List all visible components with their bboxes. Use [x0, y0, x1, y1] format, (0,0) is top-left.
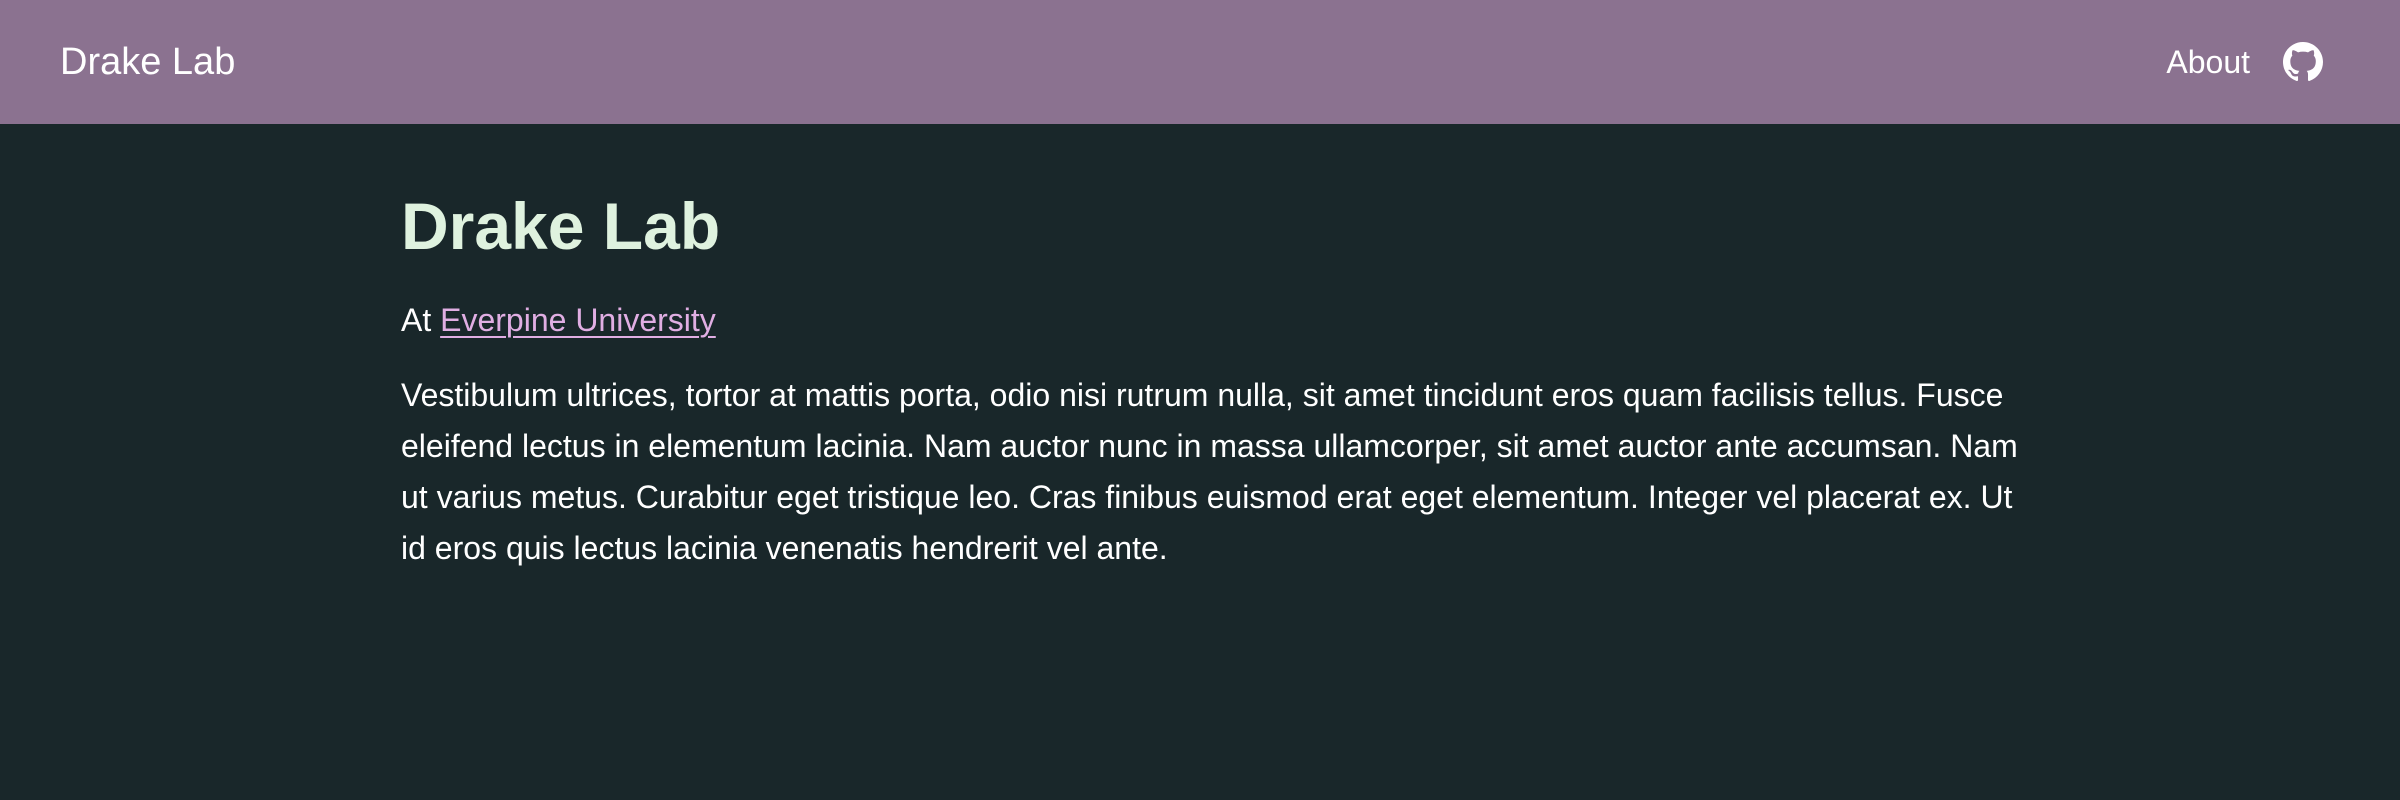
university-link[interactable]: Everpine University [440, 302, 716, 338]
top-navbar: Drake Lab About [0, 0, 2400, 124]
affiliation-line: At Everpine University [401, 290, 2021, 350]
site-brand-link[interactable]: Drake Lab [60, 0, 235, 124]
affiliation-prefix: At [401, 302, 432, 338]
lab-description: Vestibulum ultrices, tortor at mattis po… [401, 377, 2018, 566]
github-link[interactable] [2283, 42, 2323, 82]
page-title: Drake Lab [401, 189, 721, 263]
nav-about-link[interactable]: About [2166, 0, 2250, 124]
main-content: Drake Lab At Everpine University Vestibu… [401, 178, 2021, 574]
github-icon [2283, 42, 2323, 82]
